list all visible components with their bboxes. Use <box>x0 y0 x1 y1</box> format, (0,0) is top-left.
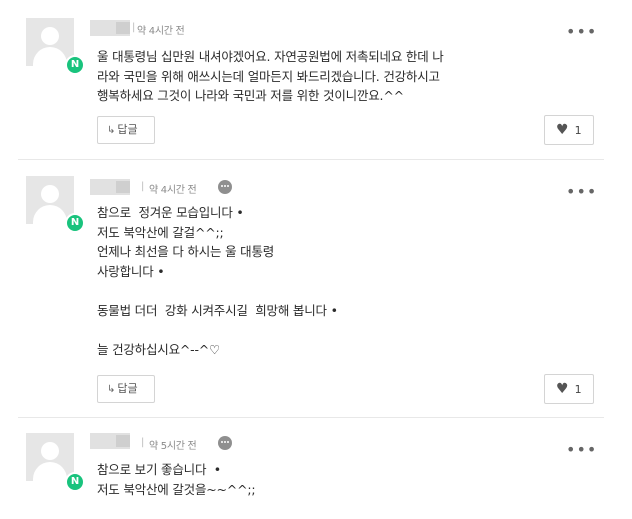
more-options-icon[interactable]: ••• <box>566 442 597 458</box>
like-count: 1 <box>574 383 582 396</box>
reply-arrow-icon: ↳ <box>107 384 116 395</box>
comment-time: 약 5시간 전 <box>149 441 197 452</box>
naver-badge-icon: N <box>65 55 85 75</box>
more-options-icon[interactable]: ••• <box>566 24 597 40</box>
blurred-nickname[interactable] <box>90 20 130 36</box>
comment-text: 참으로 정겨운 모습입니다 • 저도 북악산에 갈걸^^;; 언제나 최선을 다… <box>97 205 338 357</box>
like-button[interactable]: ♥ 1 <box>544 115 594 145</box>
like-button[interactable]: ♥ 1 <box>544 374 594 404</box>
more-options-icon[interactable]: ••• <box>566 184 597 200</box>
blurred-nickname[interactable] <box>90 179 130 195</box>
chat-icon[interactable] <box>218 436 232 450</box>
avatar[interactable] <box>26 433 74 481</box>
heart-icon: ♥ <box>556 122 569 138</box>
reply-arrow-icon: ↳ <box>107 125 116 136</box>
naver-badge-icon: N <box>65 213 85 233</box>
separator: | <box>141 437 145 448</box>
heart-icon: ♥ <box>556 381 569 397</box>
separator: | <box>141 181 145 192</box>
reply-label: 답글 <box>117 123 138 136</box>
chat-icon[interactable] <box>218 180 232 194</box>
comment-time: 약 4시간 전 <box>149 185 197 196</box>
divider <box>18 159 604 160</box>
reply-button[interactable]: ↳ 답글 <box>97 375 155 403</box>
comment-text: 참으로 보기 좋습니다 • 저도 북악산에 갈것을~~^^;; <box>97 462 256 497</box>
reply-button[interactable]: ↳ 답글 <box>97 116 155 144</box>
divider <box>18 417 604 418</box>
naver-badge-icon: N <box>65 472 85 492</box>
reply-label: 답글 <box>117 382 138 395</box>
comment-text: 울 대통령님 십만원 내셔야겠어요. 자연공원법에 저촉되네요 한데 나 라와 … <box>97 49 444 103</box>
separator: | <box>132 22 136 33</box>
comment-time: 약 4시간 전 <box>137 26 185 37</box>
blurred-nickname[interactable] <box>90 433 130 449</box>
like-count: 1 <box>574 124 582 137</box>
